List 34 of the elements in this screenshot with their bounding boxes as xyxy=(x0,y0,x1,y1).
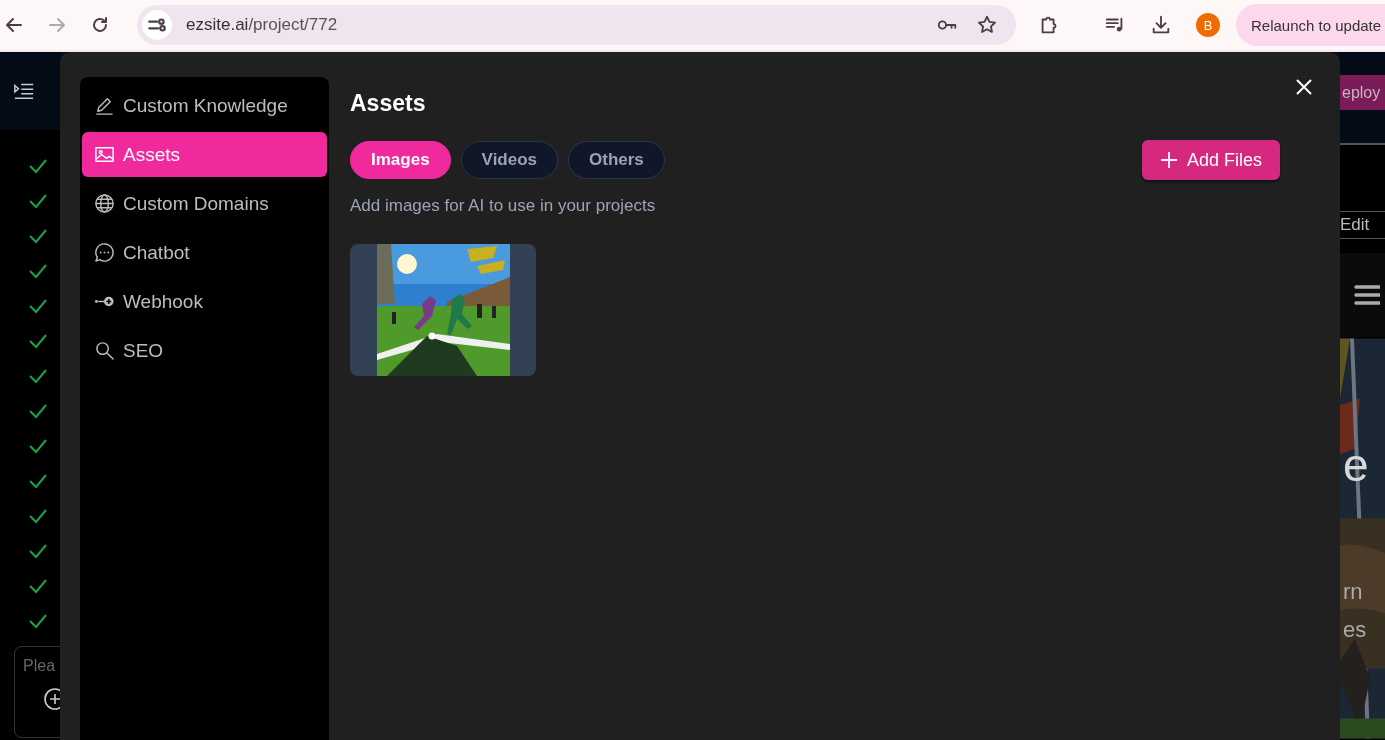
sidebar-item[interactable]: Webhook xyxy=(82,279,327,324)
plus-icon xyxy=(1159,151,1178,169)
sidebar-item[interactable]: Assets xyxy=(82,132,327,177)
sidebar-item[interactable]: Custom Domains xyxy=(82,181,327,226)
forward-icon xyxy=(47,15,67,35)
filter-tab[interactable]: Others xyxy=(568,141,665,179)
hero-text: rn xyxy=(1343,578,1363,606)
relaunch-button[interactable]: Relaunch to update xyxy=(1236,4,1385,46)
hero-text: es xyxy=(1343,616,1367,644)
hero-heading: e xyxy=(1343,438,1369,493)
sidebar-item[interactable]: Chatbot xyxy=(82,230,327,275)
description-text: Add images for AI to use in your projects xyxy=(350,196,657,216)
address-bar[interactable]: ezsite.ai/project/772 xyxy=(137,5,1016,45)
dialog-title: Assets xyxy=(350,90,427,117)
star-icon[interactable] xyxy=(976,14,998,36)
pencil-icon xyxy=(94,95,115,116)
asset-card[interactable] xyxy=(350,244,536,376)
filter-tab[interactable]: Videos xyxy=(460,141,559,179)
close-button[interactable] xyxy=(1294,77,1314,97)
globe-icon xyxy=(94,193,115,214)
url-text: ezsite.ai/project/772 xyxy=(186,15,338,35)
reload-icon[interactable] xyxy=(90,15,110,35)
download-icon[interactable] xyxy=(1150,14,1172,36)
sidebar-item[interactable]: SEO xyxy=(82,328,327,373)
image-icon xyxy=(94,144,115,165)
search-icon xyxy=(94,340,115,361)
back-icon[interactable] xyxy=(4,15,24,35)
sidebar-item[interactable]: Custom Knowledge xyxy=(82,83,327,128)
add-files-button[interactable]: Add Files xyxy=(1142,140,1280,180)
filter-tab[interactable]: Images xyxy=(350,141,451,179)
chat-bubble-icon xyxy=(94,242,115,263)
edit-tab[interactable]: Edit xyxy=(1330,214,1376,236)
menu-icon[interactable] xyxy=(1354,284,1380,306)
prompt-input[interactable]: Plea xyxy=(23,657,59,675)
